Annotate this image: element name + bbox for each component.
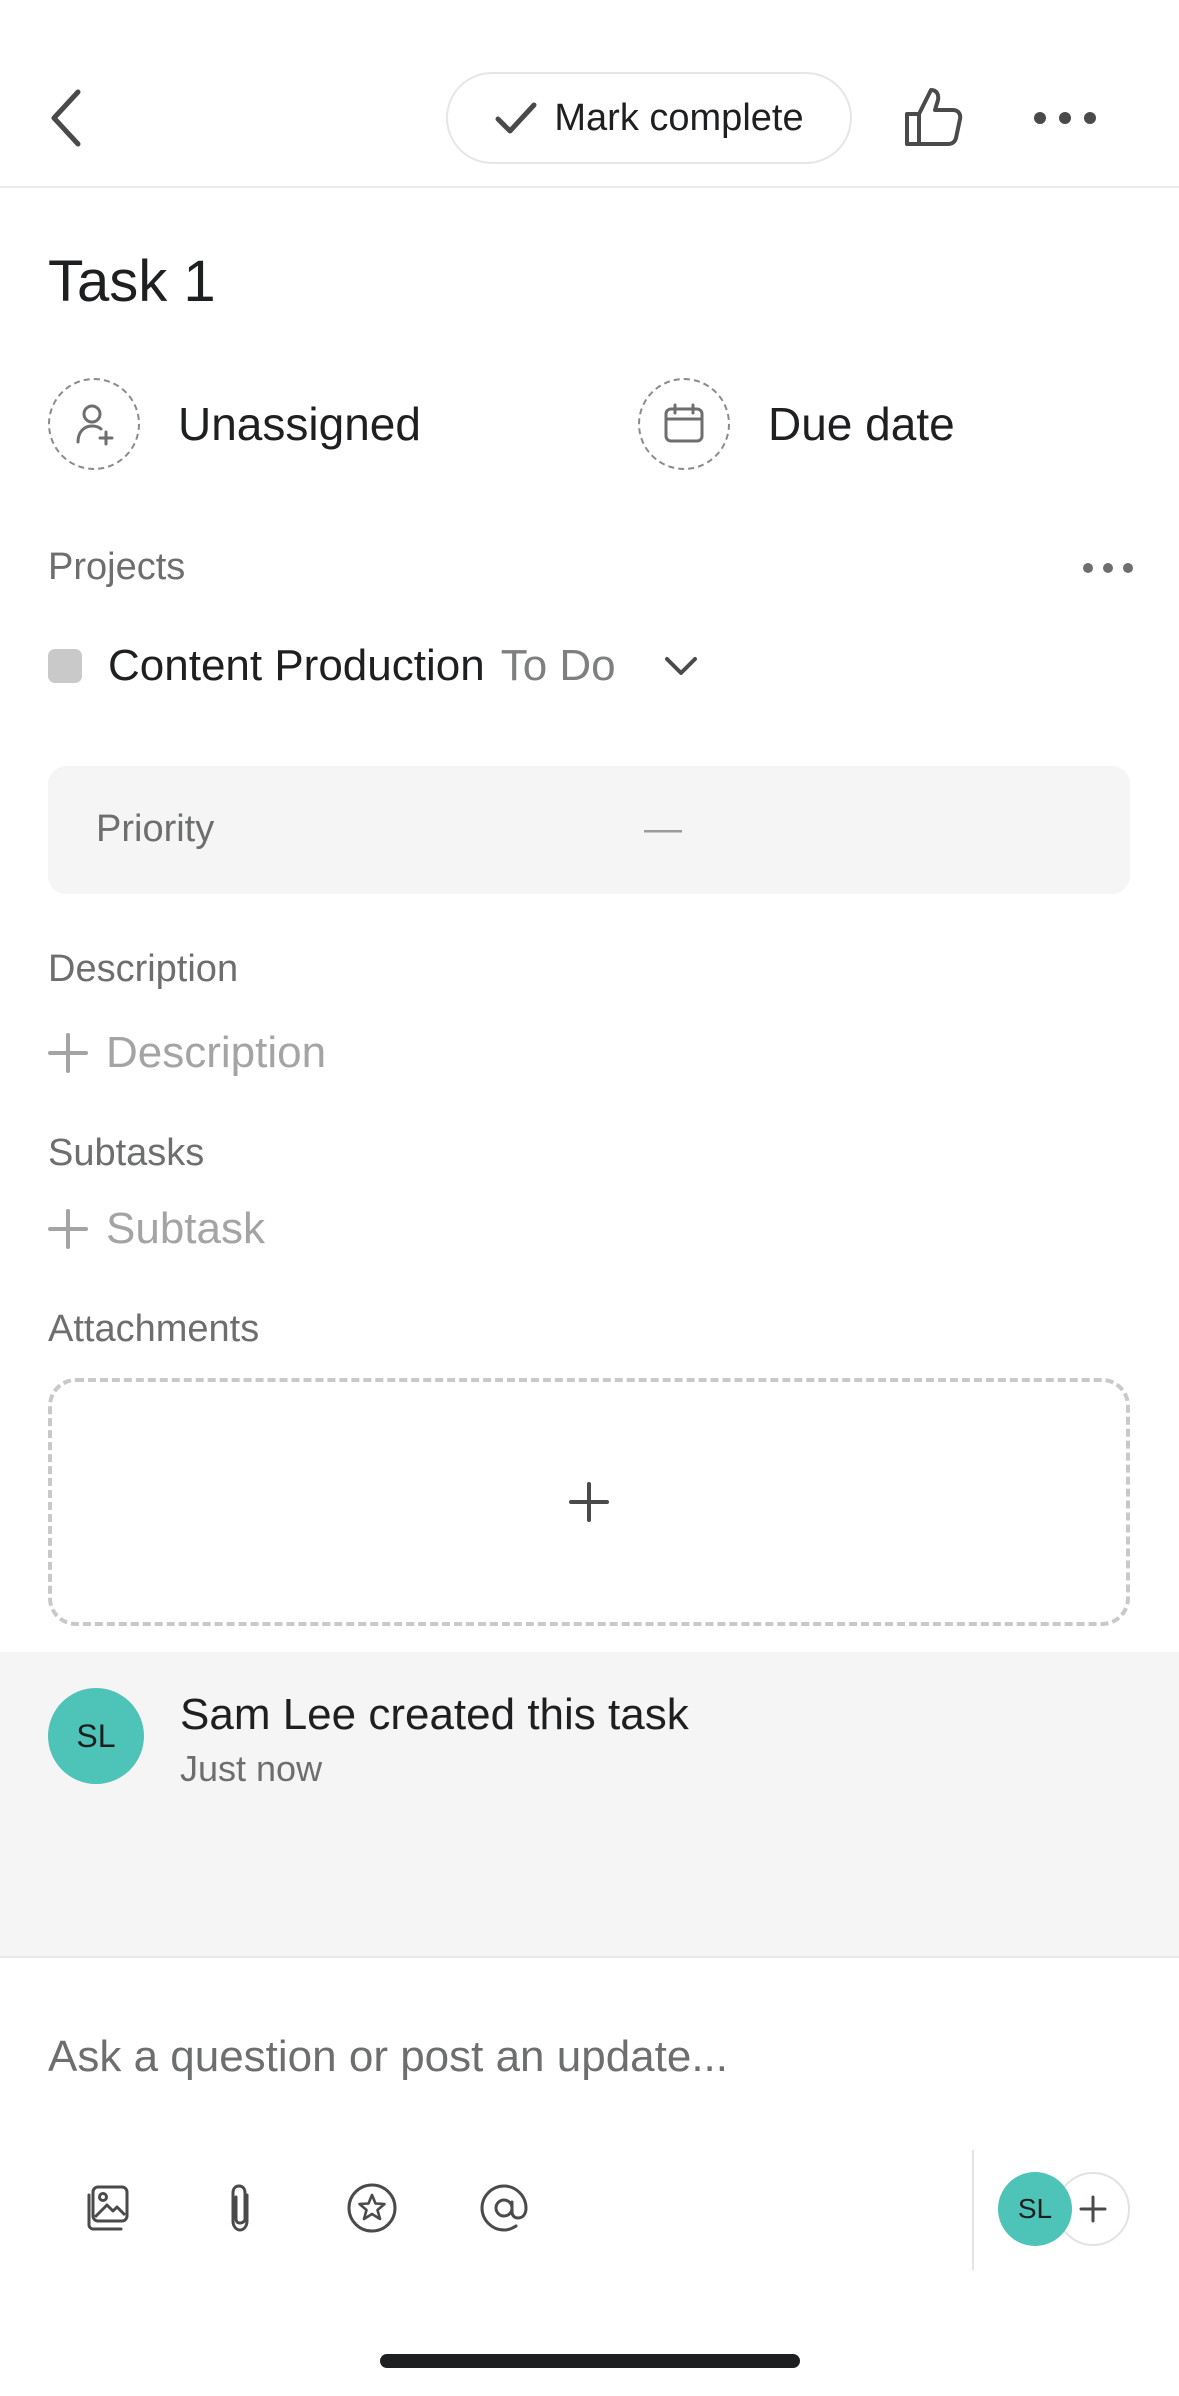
comment-input[interactable]: Ask a question or post an update... — [48, 2032, 728, 2082]
due-date-label: Due date — [768, 398, 955, 450]
task-title[interactable]: Task 1 — [48, 248, 216, 315]
plus-icon — [1079, 2195, 1107, 2223]
like-button[interactable] — [900, 82, 966, 152]
avatar-initials: SL — [76, 1717, 116, 1754]
project-section: To Do — [500, 641, 616, 690]
mark-complete-button[interactable]: Mark complete — [446, 72, 852, 164]
back-button[interactable] — [36, 78, 96, 158]
add-subtask-label: Subtask — [106, 1204, 265, 1253]
add-reaction-button[interactable] — [342, 2178, 402, 2238]
add-attachment-dropzone[interactable] — [48, 1378, 1130, 1626]
plus-icon — [48, 1033, 88, 1073]
attach-file-button[interactable] — [210, 2178, 270, 2238]
at-sign-icon — [480, 2184, 528, 2232]
add-image-button[interactable] — [78, 2178, 138, 2238]
assignee-field[interactable]: Unassigned — [48, 378, 421, 470]
more-horizontal-icon — [1083, 563, 1133, 573]
description-label: Description — [48, 948, 239, 990]
project-row[interactable]: Content Production To Do — [48, 636, 698, 696]
priority-label: Priority — [96, 808, 215, 850]
due-date-field[interactable]: Due date — [638, 378, 955, 470]
avatar[interactable]: SL — [48, 1688, 144, 1784]
projects-more-button[interactable] — [1080, 556, 1136, 580]
add-subtask-button[interactable]: Subtask — [48, 1204, 265, 1254]
toolbar-divider — [972, 2150, 974, 2270]
activity-time: Just now — [180, 1748, 323, 1789]
attachments-label: Attachments — [48, 1308, 260, 1350]
assignee-label: Unassigned — [178, 398, 421, 450]
paperclip-icon — [231, 2184, 249, 2232]
mention-button[interactable] — [474, 2178, 534, 2238]
project-color-square — [48, 649, 82, 683]
calendar-icon — [664, 403, 704, 443]
activity-text: Sam Lee created this task — [180, 1690, 689, 1739]
projects-label: Projects — [48, 546, 186, 588]
chevron-down-icon[interactable] — [664, 655, 698, 677]
collaborator-avatar[interactable]: SL — [998, 2172, 1072, 2246]
more-horizontal-icon — [1034, 112, 1096, 124]
header-divider — [0, 186, 1179, 188]
collaborator-initials: SL — [1017, 2193, 1053, 2224]
check-icon — [495, 102, 537, 134]
plus-icon — [48, 1209, 88, 1249]
more-options-button[interactable] — [1030, 98, 1100, 138]
project-name: Content Production — [108, 641, 485, 690]
home-indicator[interactable] — [380, 2354, 800, 2368]
priority-value: — — [644, 808, 682, 850]
image-icon — [87, 2185, 129, 2231]
due-date-placeholder — [638, 378, 730, 470]
chevron-left-icon — [51, 89, 81, 147]
star-icon — [347, 2183, 397, 2233]
add-description-label: Description — [106, 1028, 327, 1077]
plus-icon — [569, 1482, 609, 1522]
mark-complete-label: Mark complete — [554, 96, 804, 139]
user-plus-icon — [76, 404, 114, 446]
assignee-avatar-placeholder — [48, 378, 140, 470]
thumbs-up-icon — [905, 88, 963, 146]
add-description-button[interactable]: Description — [48, 1028, 326, 1078]
subtasks-label: Subtasks — [48, 1132, 205, 1174]
